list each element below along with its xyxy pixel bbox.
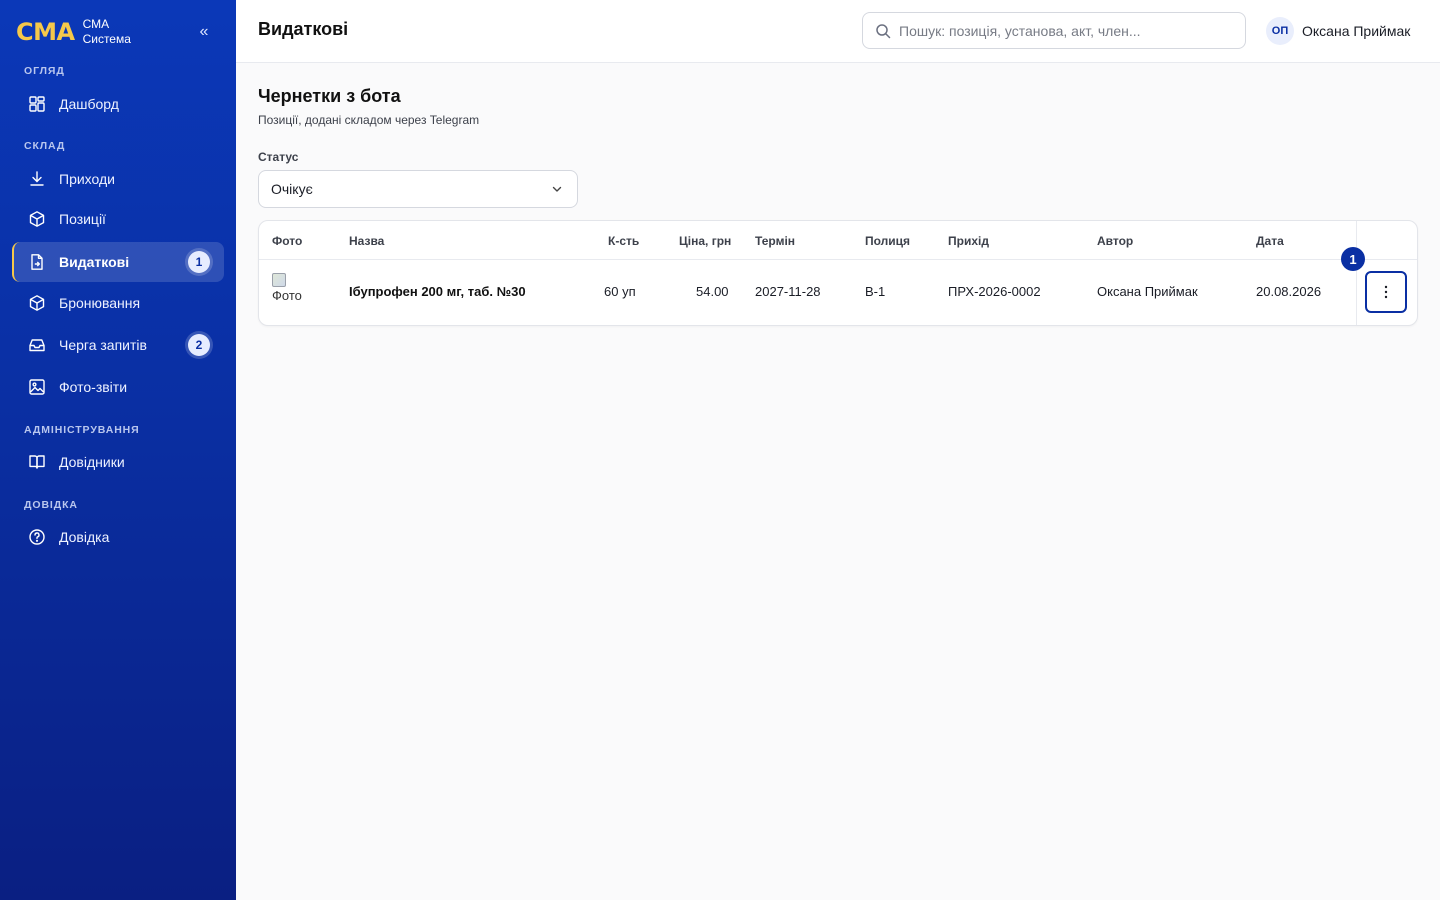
brand-logo: СМА <box>16 18 75 46</box>
sidebar-item-label: Дашборд <box>59 96 119 112</box>
sidebar-item-positions[interactable]: Позиції <box>12 199 224 239</box>
image-icon <box>28 378 46 396</box>
sidebar-item-label: Видаткові <box>59 254 130 270</box>
box-icon <box>28 294 46 312</box>
sidebar-item-label: Бронювання <box>59 295 141 311</box>
section-subtitle: Позиції, додані складом через Telegram <box>258 113 480 127</box>
chevron-down-icon <box>552 186 562 192</box>
status-filter-select[interactable]: Очікує <box>258 170 578 208</box>
sidebar-item-receipts[interactable]: Приходи <box>12 159 224 199</box>
book-icon <box>28 453 46 471</box>
user-name: Оксана Приймак <box>1302 23 1411 39</box>
item-photo-alt: Фото <box>272 288 302 303</box>
cell-qty: 60 уп <box>604 284 636 299</box>
sidebar-item-dashboard[interactable]: Дашборд <box>12 84 224 124</box>
brand-line1: СМА <box>82 17 110 31</box>
file-out-icon <box>28 253 46 271</box>
sidebar-item-label: Приходи <box>59 171 115 187</box>
section-title: Чернетки з бота <box>258 86 401 106</box>
sidebar-item-label: Позиції <box>59 211 106 227</box>
sidebar-badge-expenses: 1 <box>188 251 210 273</box>
column-header-shelf: Полиця <box>865 234 911 248</box>
avatar: ОП <box>1266 17 1294 45</box>
brand-line2: Система <box>82 32 131 46</box>
broken-image-icon <box>272 273 286 287</box>
sidebar-item-label: Довідники <box>59 454 125 470</box>
cell-price: 54.00 <box>696 284 729 299</box>
sidebar-item-directories[interactable]: Довідники <box>12 442 224 482</box>
step-callout-badge: 1 <box>1341 247 1365 271</box>
status-filter-value: Очікує <box>271 181 313 197</box>
column-header-qty: К-сть <box>608 234 640 248</box>
search-input[interactable] <box>899 22 1229 39</box>
sidebar-item-label: Фото-звіти <box>59 379 128 395</box>
nav-section-overview: ОГЛЯД <box>24 65 65 77</box>
sidebar-item-label: Черга запитів <box>59 337 147 353</box>
drafts-table: Фото Назва К-сть Ціна, грн Термін Полиця… <box>258 220 1418 326</box>
sidebar: СМА СМА Система « ОГЛЯД Дашборд СКЛАД Пр… <box>0 0 236 900</box>
cell-author: Оксана Приймак <box>1097 284 1198 299</box>
sidebar-item-bookings[interactable]: Бронювання <box>12 283 224 323</box>
sidebar-item-photo-reports[interactable]: Фото-звіти <box>12 367 224 407</box>
cell-name: Ібупрофен 200 мг, таб. №30 <box>349 284 526 299</box>
column-header-receipt: Прихід <box>948 234 989 248</box>
collapse-sidebar-button[interactable]: « <box>194 22 214 42</box>
box-icon <box>28 210 46 228</box>
cell-term: 2027-11-28 <box>755 284 821 299</box>
sidebar-item-label: Довідка <box>59 529 110 545</box>
brand-text: СМА Система <box>83 17 131 47</box>
cell-date: 20.08.2026 <box>1256 284 1322 299</box>
column-header-term: Термін <box>755 234 796 248</box>
column-header-author: Автор <box>1097 234 1134 248</box>
table-row[interactable]: Фото Ібупрофен 200 мг, таб. №30 60 уп 54… <box>259 260 1417 325</box>
sidebar-item-help[interactable]: Довідка <box>12 517 224 557</box>
item-photo[interactable]: Фото <box>272 273 312 309</box>
cell-receipt: ПРХ-2026-0002 <box>948 284 1041 299</box>
sidebar-item-expenses[interactable]: Видаткові 1 <box>12 242 224 282</box>
help-circle-icon <box>28 528 46 546</box>
topbar: Видаткові ОП Оксана Приймак <box>236 0 1440 63</box>
row-actions-button[interactable] <box>1365 271 1407 313</box>
sidebar-item-request-queue[interactable]: Черга запитів 2 <box>12 325 224 365</box>
column-header-date: Дата <box>1256 234 1284 248</box>
column-header-name: Назва <box>349 234 385 248</box>
dashboard-icon <box>28 95 46 113</box>
nav-section-help: ДОВІДКА <box>24 499 78 511</box>
status-filter-label: Статус <box>258 150 299 164</box>
nav-section-warehouse: СКЛАД <box>24 140 66 152</box>
nav-section-admin: АДМІНІСТРУВАННЯ <box>24 424 140 436</box>
search-box[interactable] <box>862 12 1246 49</box>
user-menu[interactable]: ОП Оксана Приймак <box>1266 17 1410 45</box>
column-header-photo: Фото <box>272 234 303 248</box>
download-icon <box>28 170 46 188</box>
cell-shelf: В-1 <box>865 284 886 299</box>
sidebar-badge-request-queue: 2 <box>188 334 210 356</box>
column-header-price: Ціна, грн <box>679 234 732 248</box>
search-icon <box>876 23 891 38</box>
table-header: Фото Назва К-сть Ціна, грн Термін Полиця… <box>259 221 1417 260</box>
inbox-icon <box>28 336 46 354</box>
brand[interactable]: СМА СМА Система <box>16 16 131 48</box>
page-title: Видаткові <box>258 19 349 39</box>
more-vertical-icon <box>1384 285 1388 299</box>
